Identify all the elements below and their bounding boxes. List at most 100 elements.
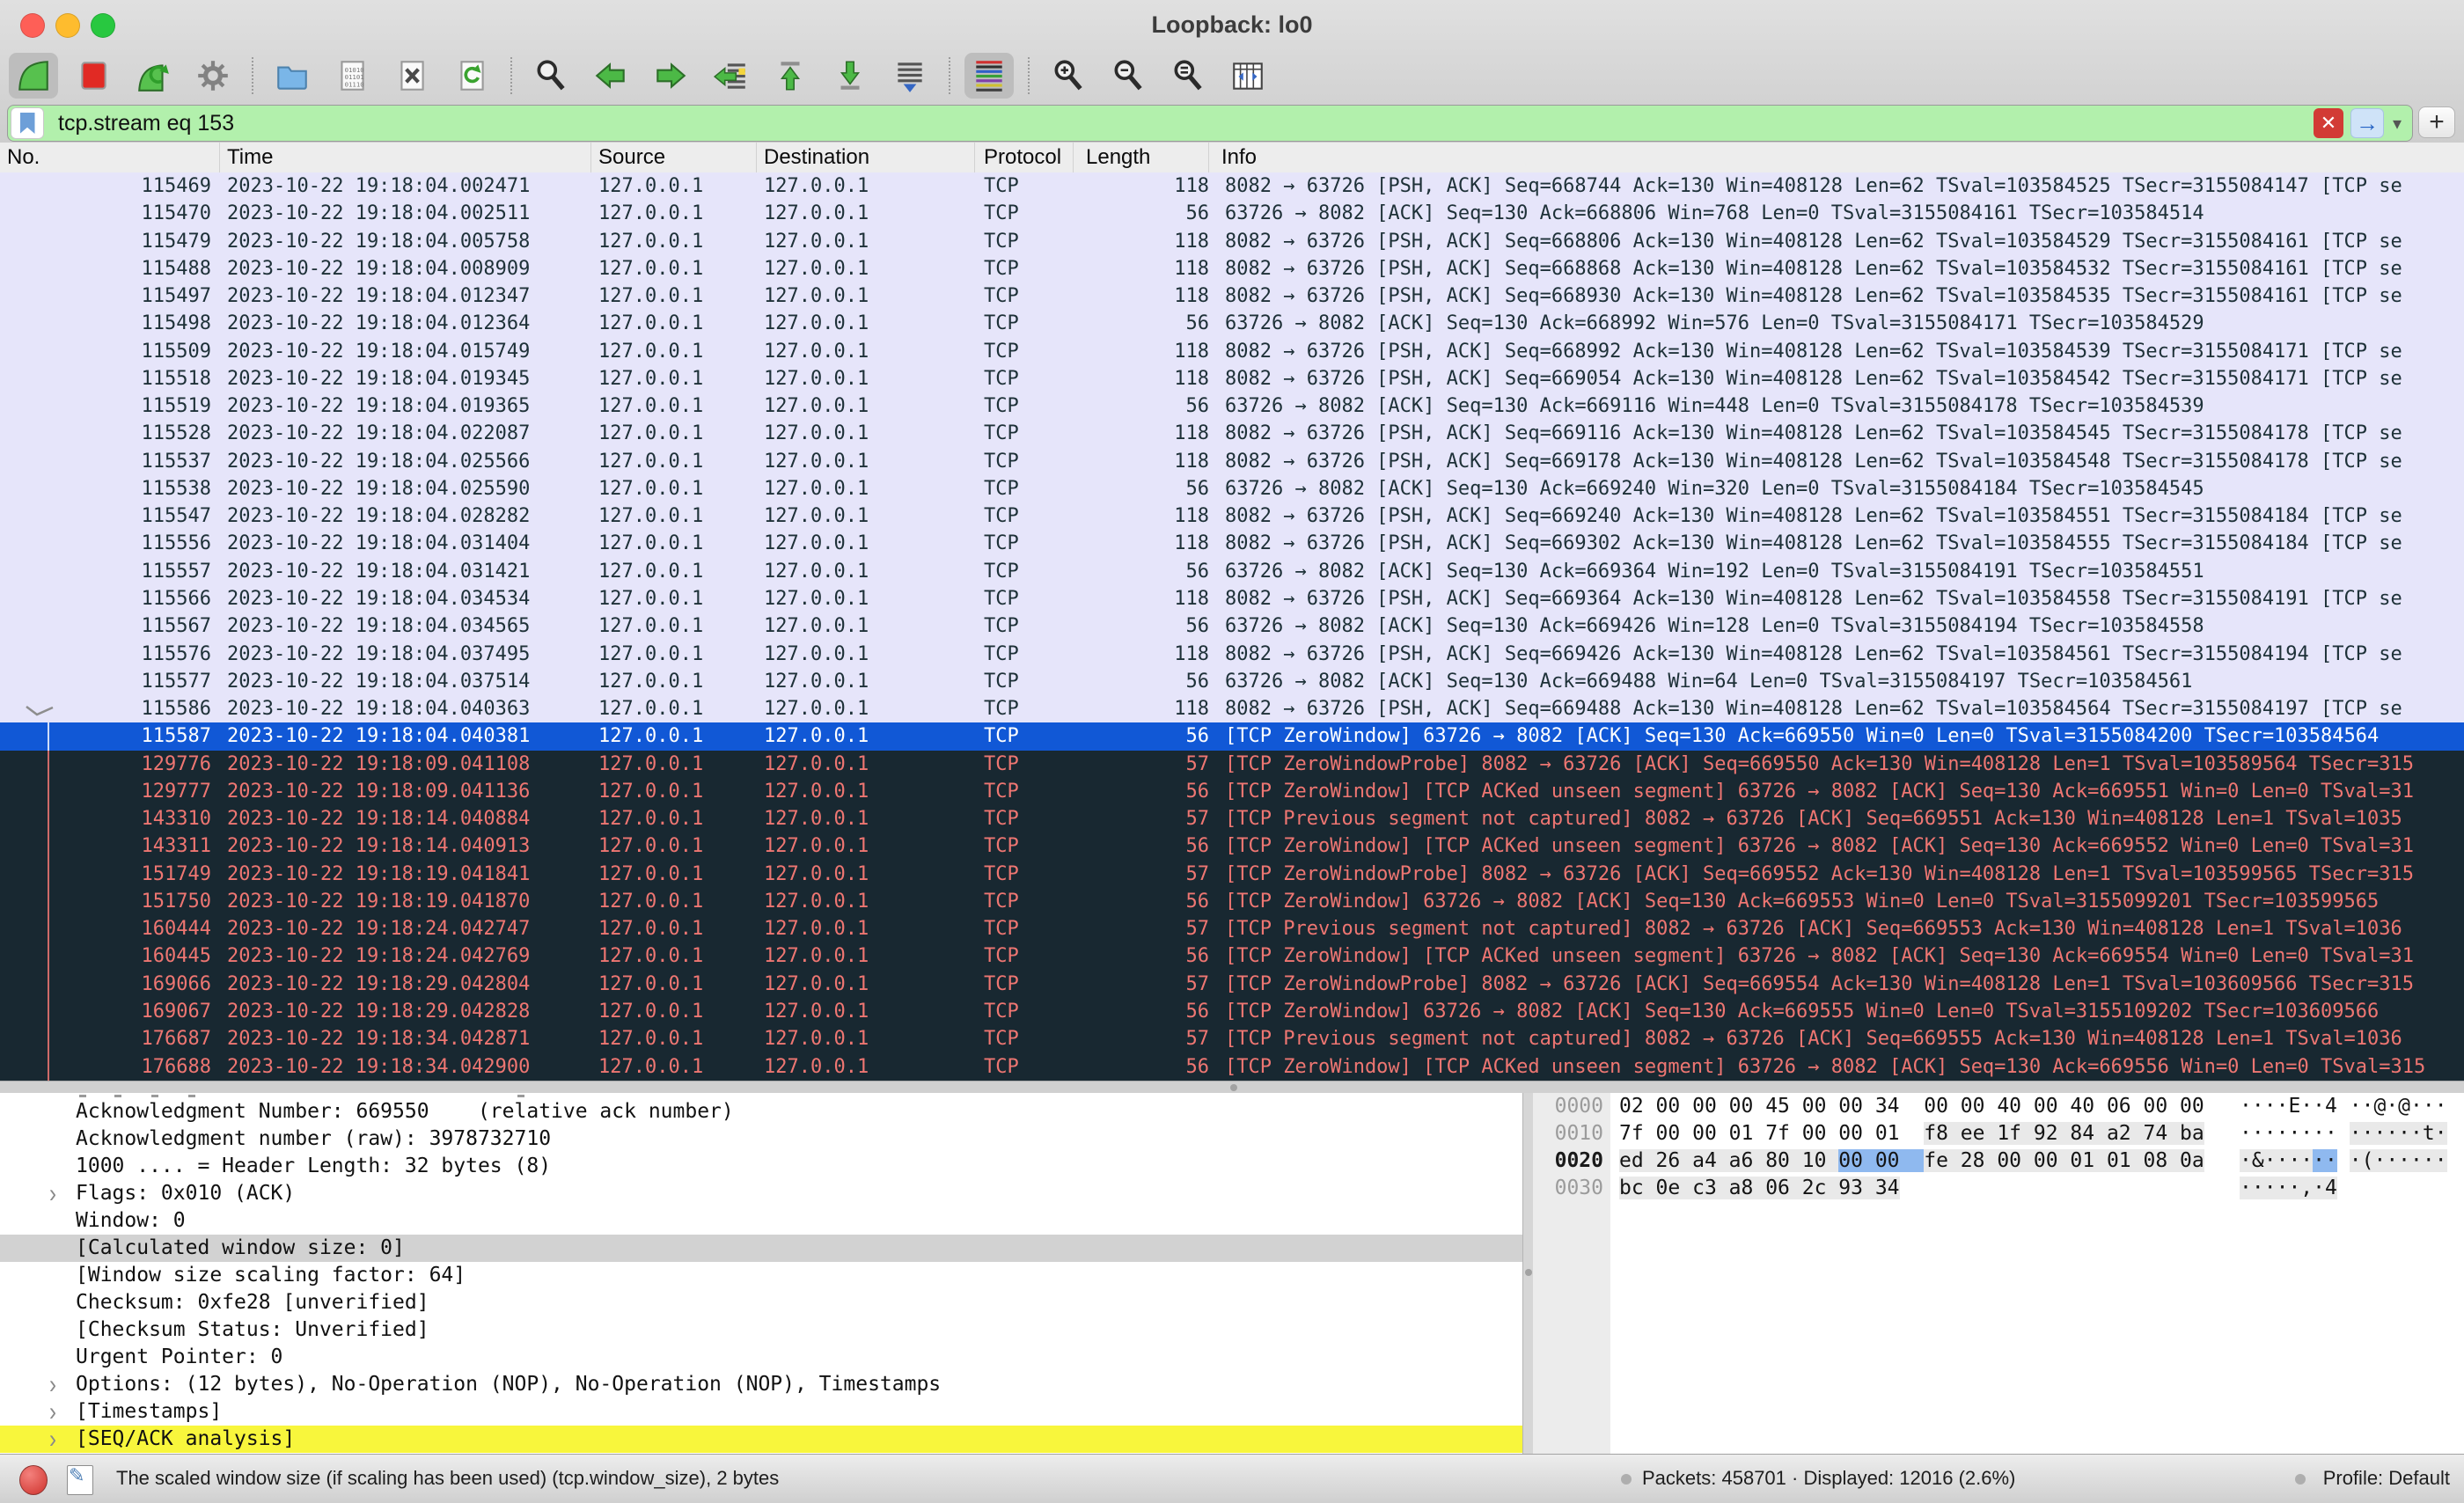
- packet-row[interactable]: 1690662023-10-22 19:18:29.042804127.0.0.…: [0, 971, 2464, 998]
- zoom-reset-button[interactable]: [1163, 53, 1213, 99]
- detail-line[interactable]: [Calculated window size: 0]: [0, 1235, 1522, 1262]
- filter-history-dropdown-icon[interactable]: ▾: [2391, 113, 2403, 135]
- packet-row[interactable]: 1155182023-10-22 19:18:04.019345127.0.0.…: [0, 365, 2464, 392]
- detail-line[interactable]: ›[SEQ/ACK analysis]: [0, 1426, 1522, 1453]
- packet-row[interactable]: 1155382023-10-22 19:18:04.025590127.0.0.…: [0, 475, 2464, 502]
- packet-row[interactable]: 1517502023-10-22 19:18:19.041870127.0.0.…: [0, 888, 2464, 915]
- packet-row[interactable]: 1154882023-10-22 19:18:04.008909127.0.0.…: [0, 255, 2464, 282]
- colorize-packets-button[interactable]: [964, 53, 1014, 99]
- expand-arrow-icon[interactable]: ›: [49, 1177, 56, 1211]
- hex-row[interactable]: 000002 00 00 00 45 00 00 34 00 00 40 00 …: [1533, 1093, 2464, 1120]
- start-capture-button[interactable]: [9, 53, 58, 99]
- apply-filter-button[interactable]: →: [2350, 108, 2384, 138]
- expert-info-icon[interactable]: [19, 1465, 48, 1495]
- status-separator-dot: [1621, 1474, 1632, 1485]
- packet-list-header: No. Time Source Destination Protocol Len…: [0, 143, 2464, 173]
- conversation-line: [48, 888, 49, 915]
- packet-row[interactable]: 1155472023-10-22 19:18:04.028282127.0.0.…: [0, 502, 2464, 530]
- detail-line[interactable]: Acknowledgment number (raw): 3978732710: [0, 1125, 1522, 1153]
- expand-arrow-icon[interactable]: ›: [49, 1422, 56, 1454]
- packet-row[interactable]: 1155572023-10-22 19:18:04.031421127.0.0.…: [0, 558, 2464, 585]
- capture-options-button[interactable]: [188, 53, 238, 99]
- auto-scroll-button[interactable]: [885, 53, 935, 99]
- packet-row[interactable]: 1433102023-10-22 19:18:14.040884127.0.0.…: [0, 805, 2464, 832]
- toolbar-separator: [949, 57, 950, 94]
- packet-row[interactable]: 1517492023-10-22 19:18:19.041841127.0.0.…: [0, 861, 2464, 888]
- detail-line[interactable]: ›Flags: 0x010 (ACK): [0, 1180, 1522, 1207]
- packet-row[interactable]: 1690672023-10-22 19:18:29.042828127.0.0.…: [0, 998, 2464, 1025]
- packet-row[interactable]: 1154702023-10-22 19:18:04.002511127.0.0.…: [0, 200, 2464, 227]
- detail-line[interactable]: ›Options: (12 bytes), No-Operation (NOP)…: [0, 1371, 1522, 1398]
- packet-row[interactable]: 1297762023-10-22 19:18:09.041108127.0.0.…: [0, 751, 2464, 778]
- titlebar: Loopback: lo0: [0, 0, 2464, 49]
- detail-line[interactable]: ›[Timestamps]: [0, 1398, 1522, 1426]
- find-packet-button[interactable]: [526, 53, 576, 99]
- close-capture-file-button[interactable]: [387, 53, 436, 99]
- detail-line[interactable]: Urgent Pointer: 0: [0, 1344, 1522, 1371]
- packet-row[interactable]: 1154972023-10-22 19:18:04.012347127.0.0.…: [0, 282, 2464, 310]
- go-forward-button[interactable]: [646, 53, 695, 99]
- hex-row[interactable]: 0020ed 26 a4 a6 80 10 00 00 fe 28 00 00 …: [1533, 1147, 2464, 1175]
- zoom-in-button[interactable]: [1044, 53, 1093, 99]
- open-capture-file-button[interactable]: [268, 53, 317, 99]
- column-header-length[interactable]: Length: [1074, 143, 1209, 172]
- stop-capture-button[interactable]: [69, 53, 118, 99]
- go-back-button[interactable]: [586, 53, 635, 99]
- clear-filter-button[interactable]: ✕: [2314, 108, 2343, 138]
- save-capture-file-button[interactable]: 010100110101110: [327, 53, 377, 99]
- packet-row[interactable]: 1155192023-10-22 19:18:04.019365127.0.0.…: [0, 392, 2464, 420]
- reload-capture-file-button[interactable]: [447, 53, 496, 99]
- column-header-destination[interactable]: Destination: [757, 143, 975, 172]
- go-to-packet-button[interactable]: [706, 53, 755, 99]
- go-to-last-packet-button[interactable]: [825, 53, 875, 99]
- packet-row[interactable]: 1155282023-10-22 19:18:04.022087127.0.0.…: [0, 420, 2464, 447]
- packet-row[interactable]: 1155872023-10-22 19:18:04.040381127.0.0.…: [0, 722, 2464, 750]
- packet-row[interactable]: 1155662023-10-22 19:18:04.034534127.0.0.…: [0, 585, 2464, 612]
- zoom-out-button[interactable]: [1104, 53, 1153, 99]
- packet-row[interactable]: 1155772023-10-22 19:18:04.037514127.0.0.…: [0, 668, 2464, 695]
- go-to-first-packet-button[interactable]: [766, 53, 815, 99]
- packet-details-pane: Acknowledgment Number: 669550 (relative …: [0, 1093, 1522, 1454]
- column-header-time[interactable]: Time: [220, 143, 591, 172]
- filter-expression: tcp.stream eq 153: [58, 111, 234, 136]
- packet-row[interactable]: 1155562023-10-22 19:18:04.031404127.0.0.…: [0, 530, 2464, 557]
- toolbar-separator: [510, 57, 512, 94]
- packet-row[interactable]: 1433112023-10-22 19:18:14.040913127.0.0.…: [0, 832, 2464, 860]
- display-filter-input[interactable]: tcp.stream eq 153 ✕ → ▾: [7, 105, 2413, 142]
- packet-row[interactable]: 1766872023-10-22 19:18:34.042871127.0.0.…: [0, 1025, 2464, 1052]
- detail-line[interactable]: [Window size scaling factor: 64]: [0, 1262, 1522, 1289]
- packet-row[interactable]: 1154792023-10-22 19:18:04.005758127.0.0.…: [0, 228, 2464, 255]
- conversation-line: [48, 832, 49, 860]
- packet-row[interactable]: 1766882023-10-22 19:18:34.042900127.0.0.…: [0, 1053, 2464, 1081]
- main-toolbar: 010100110101110: [9, 51, 1272, 100]
- resize-columns-button[interactable]: [1223, 53, 1272, 99]
- field-hint-text: The scaled window size (if scaling has b…: [116, 1467, 779, 1490]
- add-filter-button[interactable]: +: [2418, 106, 2455, 138]
- detail-line[interactable]: [Checksum Status: Unverified]: [0, 1316, 1522, 1344]
- packet-row[interactable]: 1604452023-10-22 19:18:24.042769127.0.0.…: [0, 942, 2464, 970]
- packet-row[interactable]: 1604442023-10-22 19:18:24.042747127.0.0.…: [0, 915, 2464, 942]
- packet-row[interactable]: 1155762023-10-22 19:18:04.037495127.0.0.…: [0, 641, 2464, 668]
- packet-row[interactable]: 1155862023-10-22 19:18:04.040363127.0.0.…: [0, 695, 2464, 722]
- column-header-info[interactable]: Info: [1209, 143, 2464, 172]
- packet-row[interactable]: 1155672023-10-22 19:18:04.034565127.0.0.…: [0, 612, 2464, 640]
- packet-row[interactable]: 1154982023-10-22 19:18:04.012364127.0.0.…: [0, 310, 2464, 337]
- detail-line[interactable]: Checksum: 0xfe28 [unverified]: [0, 1289, 1522, 1316]
- detail-line[interactable]: Window: 0: [0, 1207, 1522, 1235]
- column-header-source[interactable]: Source: [591, 143, 757, 172]
- packet-row[interactable]: 1154692023-10-22 19:18:04.002471127.0.0.…: [0, 172, 2464, 200]
- packet-row[interactable]: 1297772023-10-22 19:18:09.041136127.0.0.…: [0, 778, 2464, 805]
- column-header-no[interactable]: No.: [0, 143, 220, 172]
- hex-row[interactable]: 00107f 00 00 01 7f 00 00 01 f8 ee 1f 92 …: [1533, 1120, 2464, 1147]
- status-bar: The scaled window size (if scaling has b…: [0, 1454, 2464, 1503]
- filter-bookmark-icon[interactable]: [11, 107, 44, 139]
- hex-row[interactable]: 0030bc 0e c3 a8 06 2c 93 34·····,·4: [1533, 1175, 2464, 1202]
- capture-comment-icon[interactable]: [67, 1465, 93, 1495]
- detail-line[interactable]: Acknowledgment Number: 669550 (relative …: [0, 1098, 1522, 1125]
- packet-row[interactable]: 1155372023-10-22 19:18:04.025566127.0.0.…: [0, 448, 2464, 475]
- profile-selector[interactable]: Profile: Default: [2323, 1467, 2450, 1490]
- detail-line[interactable]: 1000 .... = Header Length: 32 bytes (8): [0, 1153, 1522, 1180]
- packet-row[interactable]: 1155092023-10-22 19:18:04.015749127.0.0.…: [0, 338, 2464, 365]
- restart-capture-button[interactable]: [128, 53, 178, 99]
- column-header-protocol[interactable]: Protocol: [975, 143, 1074, 172]
